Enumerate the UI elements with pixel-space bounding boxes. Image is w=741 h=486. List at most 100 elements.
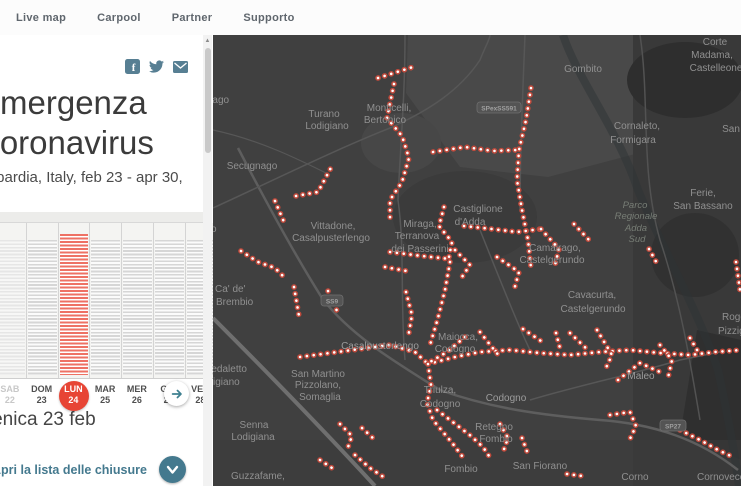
map-label: Codogno <box>486 393 527 404</box>
timeline-column-mar <box>89 223 121 378</box>
map-label: Gombito <box>564 64 602 75</box>
timeline-day-lun[interactable]: LUN 24 <box>58 380 90 406</box>
page-title-line1: Emergenza <box>0 84 147 121</box>
map-label: Secugnago <box>227 161 278 172</box>
map-label: Lodigiano <box>213 377 240 388</box>
road-shield: SP27 <box>659 419 687 432</box>
scroll-up-icon[interactable]: ▲ <box>203 37 212 46</box>
map-label: Castelgerundo <box>519 255 584 266</box>
nav-partner[interactable]: Partner <box>172 12 213 24</box>
timeline-day-dom[interactable]: DOM 23 <box>26 380 58 406</box>
timeline-header-band <box>0 212 207 223</box>
map-label: Maiocca, <box>438 332 478 343</box>
map-label: Parco <box>623 200 648 211</box>
map-label: Castiglione <box>453 204 503 215</box>
map-label: Codogno <box>420 399 461 410</box>
map-label: Brembio <box>216 297 254 308</box>
info-panel: f Emergenza Coronavirus Lombardia, Italy… <box>0 35 213 486</box>
svg-text:SS9: SS9 <box>326 299 339 306</box>
map-label: Sud <box>629 234 647 245</box>
map-label: Castelleone <box>690 63 741 74</box>
timeline-day-mer[interactable]: MER 26 <box>121 380 153 406</box>
expand-closures-button[interactable] <box>159 456 186 483</box>
map-label: Camairago, <box>529 243 581 254</box>
map-canvas[interactable]: SPexSS591SS9SP27 MairagoTuranoLodigianoM… <box>213 35 741 486</box>
map-label: Formigara <box>610 135 656 146</box>
svg-text:f: f <box>132 62 136 74</box>
page: Live map Carpool Partner Supporto f Emer… <box>0 0 741 486</box>
timeline-column-gio <box>152 223 185 378</box>
road-shield: SPexSS591 <box>476 101 522 114</box>
map-label: Lodigiano <box>305 121 349 132</box>
map-label: Madama, <box>691 50 733 61</box>
map-label: Pizzolano, <box>295 380 341 391</box>
map-label: Fombio <box>479 434 513 445</box>
map-label: dei Passerini <box>391 244 448 255</box>
map-label: Roggione, <box>722 312 741 323</box>
nav-supporto[interactable]: Supporto <box>243 12 294 24</box>
map-label: Terranova <box>395 231 440 242</box>
map-label: Fombio <box>444 464 478 475</box>
map-label: Brembio <box>213 224 217 235</box>
map-label: Corte <box>703 37 728 48</box>
map-label: Bertonico <box>364 115 407 126</box>
timeline-column-dom <box>25 223 58 378</box>
map-label: Ferie, <box>690 188 716 199</box>
scrollbar-thumb[interactable] <box>204 48 211 153</box>
svg-text:SPexSS591: SPexSS591 <box>481 106 517 113</box>
svg-text:SP27: SP27 <box>665 424 681 431</box>
map-label: Casalpusterlengo <box>341 341 419 352</box>
map-label: Cavacurta, <box>568 290 616 301</box>
map-label: Mairago <box>213 95 229 106</box>
nav-live-map[interactable]: Live map <box>16 12 66 24</box>
map-label: Somaglia <box>299 392 341 403</box>
share-buttons: f <box>125 59 188 74</box>
nav-menu: Live map Carpool Partner Supporto <box>16 0 295 35</box>
day-heading: Domenica 23 feb <box>0 409 96 430</box>
map-label: Lodigiana <box>231 432 275 443</box>
map-label: d'Adda <box>455 217 486 228</box>
map-label: Monticelli, <box>367 103 411 114</box>
map-label: Retegno <box>475 422 513 433</box>
map-label: Adda <box>624 223 647 234</box>
closure-line <box>564 471 585 479</box>
map-label: Cornaleto, <box>614 121 660 132</box>
map-label: Vittadone, <box>311 221 356 232</box>
map-label: Codogno <box>435 344 476 355</box>
map-label: Triulza, <box>424 385 456 396</box>
map-label: San Bassano <box>673 201 733 212</box>
map-label: Turano <box>308 109 340 120</box>
map-label: Corno <box>621 472 649 483</box>
email-icon[interactable] <box>173 60 188 73</box>
map-label: Ospedaletto <box>213 364 247 375</box>
map-label: San Fiorano <box>513 461 568 472</box>
road-shield: SS9 <box>320 294 344 307</box>
next-days-button[interactable] <box>164 381 189 406</box>
facebook-icon[interactable]: f <box>125 59 140 74</box>
map-label: Casalpusterlengo <box>292 233 370 244</box>
map-label: Pizzighettone <box>718 326 741 337</box>
map-label: Castelgerundo <box>560 304 625 315</box>
map-label: Miraga, <box>403 219 436 230</box>
map-label: Maleo <box>627 371 655 382</box>
timeline-day-mar[interactable]: MAR 25 <box>89 380 121 406</box>
closures-list-link[interactable]: Apri la lista delle chiusure <box>0 463 147 477</box>
timeline-chart <box>0 223 213 379</box>
map-label: Guzzafame, <box>231 471 285 482</box>
timeline-column-lun <box>57 223 90 378</box>
panel-scrollbar[interactable]: ▲ <box>203 35 212 486</box>
nav-carpool[interactable]: Carpool <box>97 12 141 24</box>
map-label: San Martino <box>291 369 345 380</box>
map-label: San <box>722 124 740 135</box>
map-label: Cornovecchio <box>697 472 741 483</box>
page-title-line2: Coronavirus <box>0 124 154 161</box>
timeline-day-sab[interactable]: SAB 22 <box>0 380 26 406</box>
page-title: Emergenza Coronavirus <box>0 83 154 163</box>
timeline-column-sab <box>0 223 26 378</box>
timeline-column-mer <box>121 223 153 378</box>
map-label: Senna <box>240 420 269 431</box>
map-label: Ca' de' <box>215 284 246 295</box>
top-navbar: Live map Carpool Partner Supporto <box>0 0 741 35</box>
map-label: Regionale <box>615 211 658 222</box>
twitter-icon[interactable] <box>149 60 164 73</box>
